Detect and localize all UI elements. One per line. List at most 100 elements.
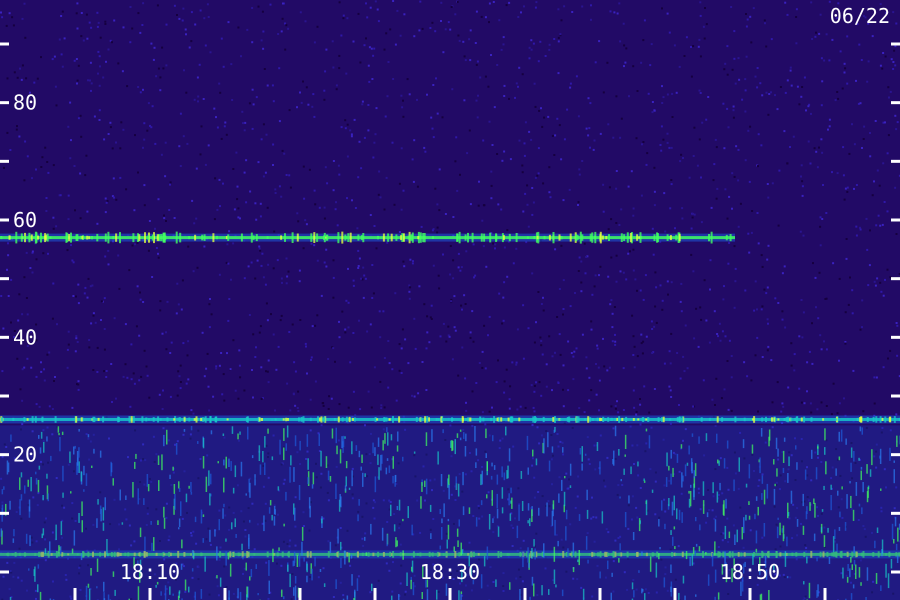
noise-speck	[700, 318, 703, 321]
noise-speck	[151, 105, 154, 108]
noise-speck	[151, 276, 154, 278]
noise-speck	[819, 225, 822, 228]
noise-speck	[423, 146, 426, 149]
noise-speck	[278, 67, 281, 70]
noise-speck	[115, 198, 118, 201]
noise-streak	[348, 487, 351, 490]
noise-speck	[836, 91, 839, 93]
noise-speck	[539, 40, 542, 43]
noise-streak	[867, 487, 869, 498]
noise-speck	[11, 16, 14, 19]
noise-speck	[535, 1, 538, 4]
noise-speck	[675, 91, 678, 94]
noise-speck	[812, 262, 814, 265]
noise-speck	[308, 168, 311, 171]
noise-speck	[796, 85, 799, 88]
band-speck	[579, 231, 582, 244]
noise-speck	[817, 317, 820, 320]
noise-speck	[272, 100, 275, 103]
noise-streak	[225, 538, 227, 542]
noise-speck	[338, 54, 341, 57]
noise-speck	[379, 380, 382, 383]
noise-speck	[454, 160, 457, 163]
band-speck	[323, 416, 326, 423]
noise-streak	[755, 548, 758, 553]
noise-speck	[571, 11, 574, 13]
noise-speck	[103, 328, 106, 330]
noise-streak	[104, 497, 106, 511]
noise-speck	[813, 147, 816, 150]
band-speck	[700, 417, 703, 422]
noise-speck	[288, 331, 291, 333]
noise-speck	[745, 13, 747, 15]
noise-speck	[113, 196, 115, 199]
noise-speck	[588, 399, 591, 402]
noise-speck	[169, 352, 172, 354]
noise-speck	[598, 274, 600, 277]
noise-speck	[705, 319, 708, 322]
noise-speck	[122, 26, 125, 29]
band-speck	[310, 233, 313, 242]
noise-streak	[378, 467, 380, 480]
noise-streak	[788, 456, 790, 467]
noise-speck	[727, 126, 730, 129]
noise-speck	[60, 15, 63, 17]
noise-speck	[488, 315, 491, 318]
noise-speck	[345, 299, 348, 302]
noise-streak	[251, 455, 254, 459]
noise-speck	[670, 179, 673, 181]
noise-speck	[887, 86, 890, 89]
noise-streak	[172, 466, 174, 471]
noise-streak	[842, 567, 844, 579]
noise-speck	[21, 64, 24, 67]
noise-streak	[217, 461, 219, 464]
noise-speck	[670, 332, 673, 335]
noise-streak	[259, 464, 262, 475]
noise-streak	[365, 552, 368, 556]
noise-speck	[819, 244, 822, 247]
noise-speck	[382, 310, 385, 313]
noise-speck	[270, 313, 272, 316]
noise-streak	[889, 447, 891, 461]
band-speck	[596, 417, 599, 422]
noise-speck	[754, 280, 757, 283]
noise-speck	[449, 28, 452, 31]
noise-speck	[367, 104, 370, 106]
noise-speck	[820, 138, 823, 141]
band-speck	[333, 418, 336, 421]
noise-streak	[893, 460, 895, 463]
noise-streak	[387, 432, 389, 446]
band-speck	[394, 418, 397, 421]
noise-speck	[236, 198, 239, 201]
noise-speck	[88, 21, 91, 24]
noise-speck	[639, 423, 642, 426]
noise-streak	[455, 476, 457, 490]
band-speck	[721, 417, 724, 422]
noise-streak	[424, 480, 426, 487]
noise-streak	[155, 584, 157, 588]
noise-speck	[667, 293, 669, 296]
noise-speck	[783, 265, 786, 268]
noise-streak	[294, 576, 297, 584]
noise-speck	[692, 270, 695, 273]
noise-speck	[703, 37, 706, 40]
x-tick-label: 18:30	[420, 560, 480, 584]
noise-speck	[838, 359, 840, 362]
noise-streak	[314, 556, 316, 567]
noise-streak	[691, 433, 694, 437]
noise-speck	[659, 284, 662, 287]
noise-speck	[134, 134, 136, 137]
noise-speck	[179, 364, 182, 367]
noise-streak	[631, 582, 634, 590]
noise-streak	[639, 520, 641, 524]
noise-speck	[387, 61, 390, 63]
noise-speck	[698, 89, 701, 92]
noise-streak	[495, 579, 497, 587]
noise-speck	[12, 24, 15, 27]
noise-speck	[425, 347, 428, 350]
noise-speck	[475, 63, 478, 66]
band-speck	[437, 418, 440, 421]
noise-speck	[212, 395, 215, 398]
noise-streak	[137, 586, 140, 600]
noise-speck	[129, 6, 132, 8]
